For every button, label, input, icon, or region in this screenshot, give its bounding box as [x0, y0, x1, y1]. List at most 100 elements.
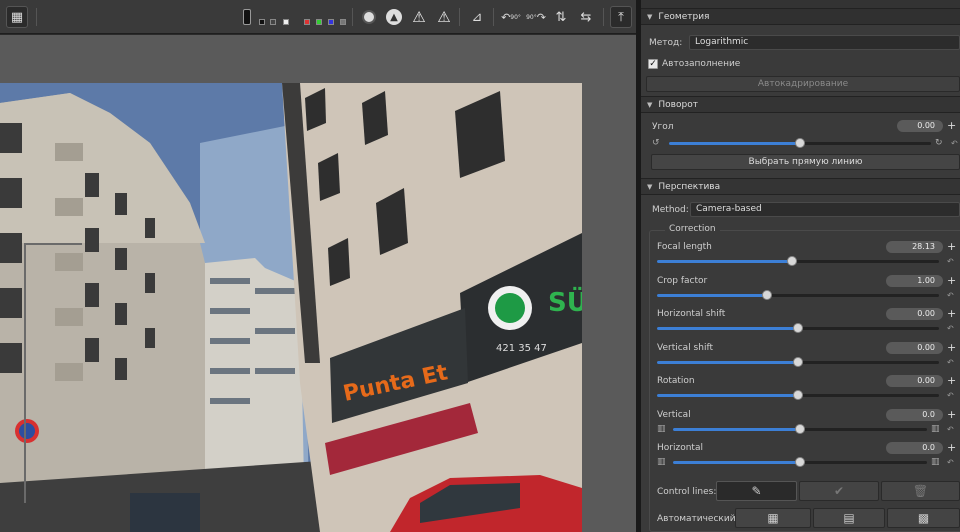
perspective-header[interactable]: ▼ Перспектива — [641, 178, 960, 195]
autofill-checkbox[interactable]: ✓ — [648, 59, 658, 69]
checkmark-icon: ✔ — [833, 484, 845, 498]
clip-icon[interactable] — [358, 6, 380, 28]
rotate-left-small-icon: ↺ — [652, 138, 660, 148]
autocrop-button[interactable]: Автокадрирование — [646, 76, 960, 92]
auto-both-button[interactable]: ▩ — [887, 508, 960, 528]
photo-preview[interactable]: SÜ 421 35 47 Punta Et — [0, 83, 582, 532]
slider-value-field[interactable]: 0.00 — [886, 375, 943, 387]
flip-vertical-icon[interactable]: ⇅ — [550, 6, 572, 28]
slider-value-field[interactable]: 1.00 — [886, 274, 943, 287]
correction-label: Correction — [665, 224, 720, 234]
delete-control-lines-button[interactable]: 🗑 — [881, 481, 960, 501]
flip-horizontal-icon[interactable]: ⇆ — [575, 6, 597, 28]
slider-label: Vertical — [657, 409, 691, 420]
image-canvas[interactable]: SÜ 421 35 47 Punta Et — [0, 35, 636, 532]
slider-knob[interactable] — [795, 457, 805, 467]
slider-track[interactable] — [657, 323, 939, 333]
horizontal-keystone-left-icon: ▥ — [657, 457, 666, 467]
slider-label: Horizontal shift — [657, 309, 726, 319]
slider-track[interactable] — [657, 390, 939, 400]
slider-track[interactable] — [673, 457, 927, 467]
reset-icon[interactable]: ↶ — [947, 425, 954, 434]
slider-track[interactable] — [657, 289, 939, 300]
apply-control-lines-button[interactable]: ✔ — [799, 481, 879, 501]
slider-knob[interactable] — [795, 423, 805, 434]
draw-control-line-button[interactable]: ✎ — [716, 481, 797, 501]
shadow-warning-icon[interactable]: ▲ — [383, 6, 405, 28]
geometry-header[interactable]: ▼ Геометрия — [641, 8, 960, 25]
toolbar-separator — [36, 8, 37, 26]
grid-perspective-horizontal-icon: ▤ — [843, 511, 855, 525]
vertical-keystone-right-icon: ▥ — [931, 423, 940, 434]
plus-icon[interactable]: + — [947, 442, 956, 454]
reset-icon[interactable]: ↶ — [947, 291, 954, 300]
phone-preview-icon[interactable] — [240, 6, 254, 28]
slider-knob[interactable] — [761, 289, 772, 300]
grid-perspective-both-icon: ▩ — [917, 511, 930, 525]
photo-image: SÜ 421 35 47 Punta Et — [0, 83, 582, 532]
plus-icon[interactable]: + — [947, 274, 956, 287]
slider-value-field[interactable]: 0.00 — [886, 308, 943, 320]
perspective-method-combo[interactable]: Camera-based — [690, 202, 960, 217]
straighten-button[interactable]: Выбрать прямую линию — [651, 154, 960, 170]
swatch-blue[interactable] — [328, 19, 334, 25]
rotate-ccw-icon[interactable]: ↶ 90° — [500, 6, 522, 28]
slider-track[interactable] — [673, 423, 927, 434]
swatch-luminance[interactable] — [340, 19, 346, 25]
swatch-green[interactable] — [316, 19, 322, 25]
slider-track[interactable] — [657, 356, 939, 367]
slider-label: Horizontal — [657, 443, 703, 453]
slider-fill — [673, 461, 800, 464]
slider-knob[interactable] — [793, 356, 803, 367]
toolbar-separator — [493, 8, 494, 26]
angle-slider-knob[interactable] — [795, 138, 805, 148]
reset-icon[interactable]: ↶ — [947, 324, 954, 333]
slider-value-field[interactable]: 0.0 — [886, 408, 943, 421]
swatch-red[interactable] — [304, 19, 310, 25]
app-window: ▦ ▲ ⚠ ⚠ ⊿ ↶ 90° 90° ↷ ⇅ ⇆ ⤒ SÜ 421 35 47… — [0, 0, 960, 532]
collapse-triangle-icon: ▼ — [647, 182, 653, 191]
grid-view-icon[interactable]: ▦ — [6, 6, 28, 28]
swatch-white[interactable] — [283, 19, 289, 25]
slider-value-field[interactable]: 0.00 — [886, 341, 943, 354]
slider-fill — [673, 427, 800, 431]
angle-value-field[interactable]: 0.00 — [897, 120, 943, 132]
slider-value-field[interactable]: 28.13 — [886, 241, 943, 253]
rotate-cw-icon[interactable]: 90° ↷ — [525, 6, 547, 28]
angle-slider[interactable] — [669, 138, 931, 148]
reset-icon[interactable]: ↶ — [947, 358, 954, 367]
collapse-triangle-icon: ▼ — [647, 100, 653, 109]
plus-icon[interactable]: + — [947, 341, 956, 354]
slider-knob[interactable] — [793, 323, 803, 333]
control-lines-label: Control lines: — [657, 487, 717, 497]
plus-icon[interactable]: + — [947, 308, 956, 320]
reset-icon[interactable]: ↶ — [947, 391, 954, 400]
plus-icon[interactable]: + — [947, 241, 956, 253]
swatch-black[interactable] — [259, 19, 265, 25]
slider-fill — [657, 394, 798, 397]
slider-fill — [657, 327, 798, 330]
reset-icon[interactable]: ↶ — [951, 139, 958, 148]
rotation-header[interactable]: ▼ Поворот — [641, 96, 960, 113]
angle-plus-icon[interactable]: + — [947, 120, 956, 132]
auto-vertical-button[interactable]: ▦ — [735, 508, 811, 528]
reset-icon[interactable]: ↶ — [947, 257, 954, 266]
phone-text: 421 35 47 — [496, 343, 547, 354]
expand-up-icon[interactable]: ⤒ — [610, 6, 632, 28]
rotate-right-small-icon: ↻ — [935, 138, 943, 148]
slider-knob[interactable] — [793, 390, 803, 400]
plus-icon[interactable]: + — [947, 408, 956, 421]
rotate-ccw-label: 90° — [510, 13, 521, 21]
geometry-method-label: Метод: — [649, 38, 683, 48]
reset-icon[interactable]: ↶ — [947, 458, 954, 467]
plus-icon[interactable]: + — [947, 375, 956, 387]
highlight-warning-icon[interactable]: ⚠ — [433, 6, 455, 28]
perspective-method-label: Method: — [652, 205, 689, 215]
geometry-method-combo[interactable]: Logarithmic — [689, 35, 960, 50]
slider-value-field[interactable]: 0.0 — [886, 442, 943, 454]
auto-horizontal-button[interactable]: ▤ — [813, 508, 885, 528]
perspective-icon[interactable]: ⊿ — [466, 6, 488, 28]
swatch-gray[interactable] — [270, 19, 276, 25]
slider-track[interactable] — [657, 256, 939, 266]
shadow-clip-warning-icon[interactable]: ⚠ — [408, 6, 430, 28]
